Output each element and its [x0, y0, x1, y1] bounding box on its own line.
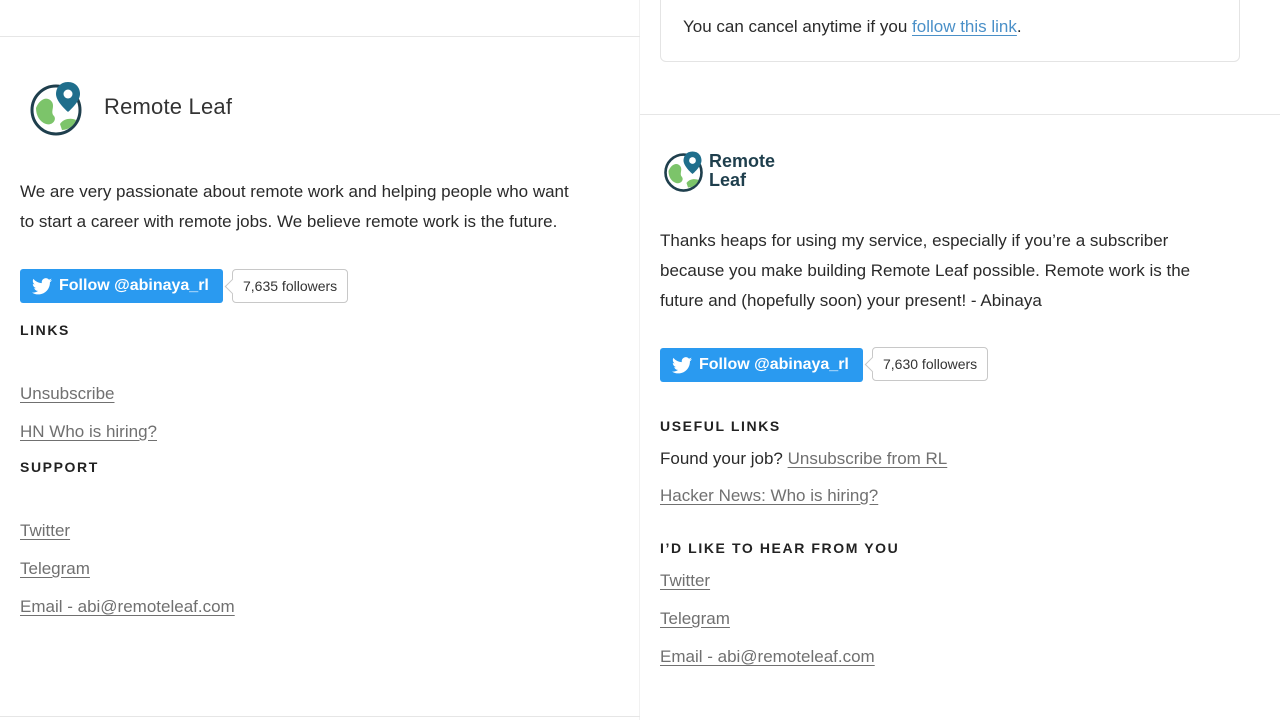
- thanks-line-1: Thanks heaps for using my service, espec…: [660, 231, 1169, 250]
- follow-label: Follow @abinaya_rl: [699, 356, 849, 373]
- brand-logo-text: Remote Leaf: [709, 152, 775, 190]
- hn-who-is-hiring-link[interactable]: HN Who is hiring?: [20, 422, 157, 442]
- thanks-line-3: future and (hopefully soon) your present…: [660, 291, 1042, 310]
- follower-count: 7,635 followers: [232, 269, 349, 303]
- email-link[interactable]: Email - abi@remoteleaf.com: [20, 597, 235, 617]
- support-heading: SUPPORT: [20, 459, 99, 475]
- links-heading: LINKS: [20, 322, 70, 338]
- right-separator: [640, 114, 1280, 115]
- intro-line-1: We are very passionate about remote work…: [20, 182, 569, 201]
- twitter-link[interactable]: Twitter: [20, 521, 70, 541]
- hacker-news-link[interactable]: Hacker News: Who is hiring?: [660, 486, 878, 506]
- brand-name: Remote Leaf: [104, 94, 233, 119]
- brand-line-2: Leaf: [709, 170, 747, 190]
- follower-count-text: 7,635 followers: [243, 278, 338, 294]
- email-link[interactable]: Email - abi@remoteleaf.com: [660, 647, 875, 667]
- follower-count: 7,630 followers: [872, 347, 989, 381]
- found-job-text: Found your job?: [660, 449, 788, 468]
- twitter-bird-icon: [672, 356, 692, 373]
- bottom-separator: [0, 716, 640, 717]
- top-separator: [0, 36, 640, 37]
- twitter-link[interactable]: Twitter: [660, 571, 710, 591]
- intro-line-2: to start a career with remote jobs. We b…: [20, 212, 558, 231]
- useful-links-heading: USEFUL LINKS: [660, 418, 781, 434]
- thanks-line-2: because you make building Remote Leaf po…: [660, 261, 1191, 280]
- unsubscribe-link[interactable]: Unsubscribe: [20, 384, 115, 404]
- globe-pin-icon: [664, 151, 703, 192]
- brand-line-1: Remote: [709, 151, 776, 171]
- twitter-follow-button[interactable]: Follow @abinaya_rl: [20, 269, 223, 303]
- unsubscribe-link[interactable]: Unsubscribe from RL: [788, 449, 948, 468]
- telegram-link[interactable]: Telegram: [660, 609, 730, 629]
- follow-label: Follow @abinaya_rl: [59, 277, 209, 294]
- globe-pin-icon: [30, 82, 82, 136]
- twitter-bird-icon: [32, 277, 52, 294]
- hear-from-you-heading: I’D LIKE TO HEAR FROM YOU: [660, 540, 900, 556]
- follower-count-text: 7,630 followers: [883, 356, 978, 372]
- telegram-link[interactable]: Telegram: [20, 559, 90, 579]
- twitter-follow-button[interactable]: Follow @abinaya_rl: [660, 348, 863, 382]
- found-job-line: Found your job? Unsubscribe from RL: [660, 449, 947, 469]
- right-email-footer: Remote Leaf Thanks heaps for using my se…: [640, 0, 1280, 720]
- left-email-footer: Remote Leaf We are very passionate about…: [0, 0, 640, 720]
